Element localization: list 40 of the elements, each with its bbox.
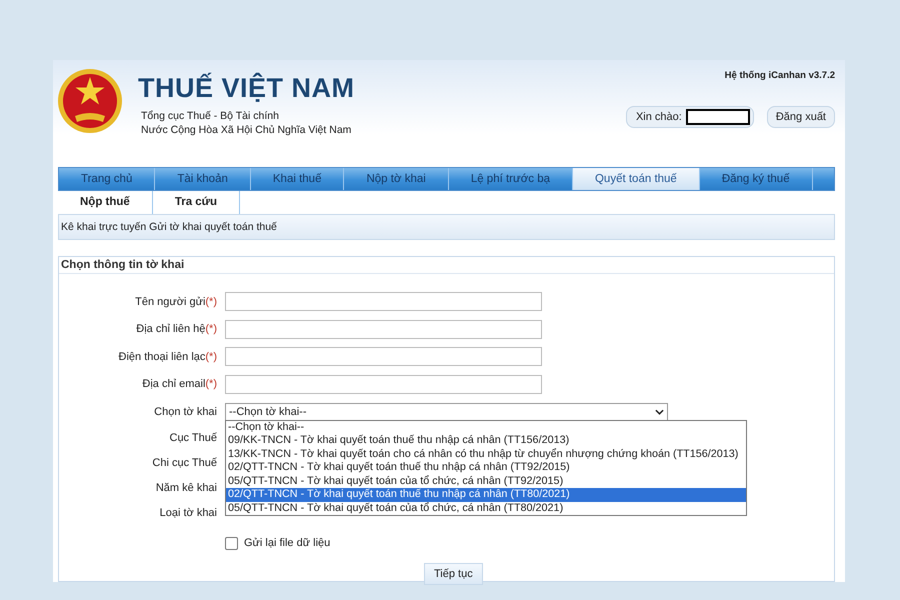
redacted-name-box (686, 109, 750, 125)
nav-tab[interactable]: Tài khoản (155, 168, 251, 190)
nav-tab[interactable]: Đăng ký thuế (700, 168, 813, 190)
dropdown-option[interactable]: --Chọn tờ khai-- (226, 420, 746, 434)
field-label: Địa chỉ email(*) (141, 378, 217, 390)
dropdown-option[interactable]: 05/QTT-TNCN - Tờ khai quyết toán của tổ chức, cá nhân (TT80/2021) (226, 502, 746, 516)
nav-tab[interactable]: Quyết toán thuế (572, 168, 700, 190)
site-subtitle: Tổng cục Thuế - Bộ Tài chính (140, 109, 280, 123)
nav-tab[interactable]: Khai thuế (250, 168, 344, 190)
checkbox[interactable] (225, 536, 238, 550)
form-title: Chọn thông tin tờ khai (59, 257, 834, 274)
greeting-label: Xin chào: (636, 111, 682, 123)
site-title: THUẾ VIỆT NAM (138, 73, 355, 104)
chevron-down-icon (655, 408, 664, 415)
dropdown-option[interactable]: 02/QTT-TNCN - Tờ khai quyết toán thuế thu nhập cá nhân (TT92/2015) (226, 461, 746, 475)
dropdown-option[interactable]: 09/KK-TNCN - Tờ khai quyết toán thuế thu nhập cá nhân (TT156/2013) (226, 434, 746, 448)
input-field[interactable] (225, 320, 542, 339)
nav-tab[interactable]: Nộp tờ khai (344, 168, 449, 190)
input-field[interactable] (225, 374, 542, 394)
site-subtitle: Nước Cộng Hòa Xã Hội Chủ Nghĩa Việt Nam (140, 123, 352, 137)
checkbox-label: Gửi lại file dữ liệu (244, 537, 330, 550)
field-label: Năm kê khai (154, 482, 217, 494)
system-version: Hệ thống iCanhan v3.7.2 (724, 70, 835, 81)
breadcrumb-text: Kê khai trực tuyến Gửi tờ khai quyết toán thuế (61, 221, 277, 233)
dropdown-option[interactable]: 02/QTT-TNCN - Tờ khai quyết toán thuế thu nhập cá nhân (TT80/2021) (226, 488, 746, 502)
field-label: Cục Thuế (168, 432, 217, 444)
field-label: Tên người gửi(*) (134, 296, 217, 308)
field-label: Chi cục Thuế (151, 457, 217, 469)
field-label: Điện thoại liên lạc(*) (118, 350, 217, 363)
input-field[interactable] (225, 292, 542, 312)
field-label: Loại tờ khai (158, 507, 217, 519)
field-label: Địa chỉ liên hệ(*) (135, 323, 217, 336)
dropdown-option[interactable]: 05/QTT-TNCN - Tờ khai quyết toán của tổ chức, cá nhân (TT92/2015) (226, 474, 746, 488)
continue-button[interactable]: Tiếp tục (424, 563, 483, 585)
dropdown-option[interactable]: 13/KK-TNCN - Tờ khai quyết toán cho cá nhân có thu nhập từ chuyển nhượng chứng khoán (TT156/2013) (226, 448, 746, 462)
field-label: Chọn tờ khai (153, 406, 217, 418)
input-field[interactable] (225, 347, 542, 366)
emblem-icon (57, 68, 123, 134)
logout-button[interactable]: Đăng xuất (766, 106, 835, 128)
nav-tab[interactable]: Trang chủ (59, 168, 156, 190)
